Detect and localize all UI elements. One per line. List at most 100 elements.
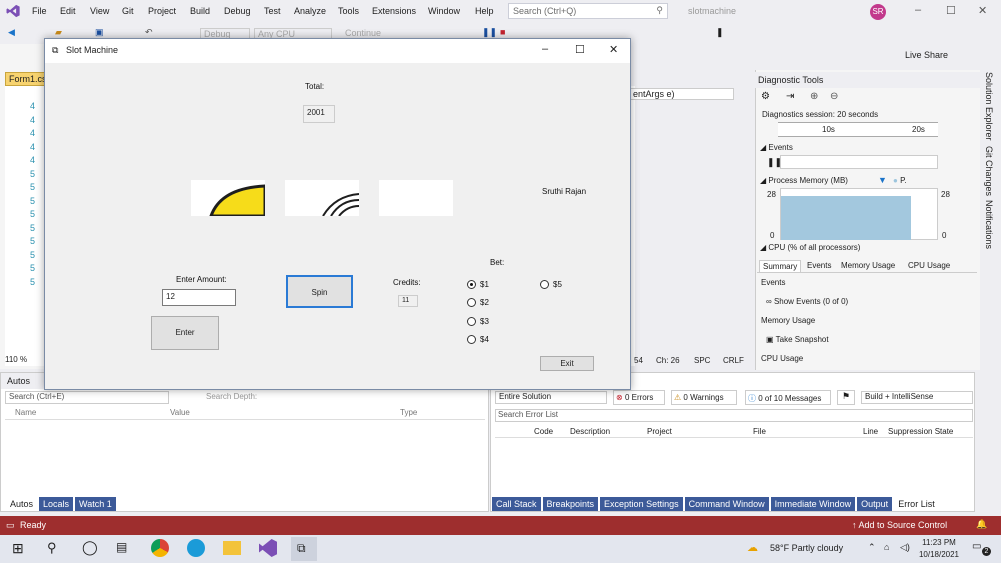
windows-start-icon[interactable]: ⊞ [12, 540, 24, 557]
menu-tools[interactable]: Tools [338, 6, 359, 16]
errors-filter[interactable]: ⊗ 0 Errors [613, 390, 665, 405]
menu-file[interactable]: File [32, 6, 47, 16]
tab-autos[interactable]: Autos [6, 497, 38, 511]
active-app-slot[interactable]: ⧉ [291, 537, 317, 561]
scope-dropdown[interactable]: Entire Solution [495, 391, 607, 404]
take-snapshot-link[interactable]: ▣ Take Snapshot [766, 335, 829, 344]
side-tab-git-changes[interactable]: Git Changes [984, 146, 994, 196]
messages-filter[interactable]: ⓘ 0 of 10 Messages [745, 390, 831, 405]
bet-radio-3[interactable] [467, 317, 476, 326]
file-explorer-icon[interactable] [223, 541, 241, 555]
network-icon[interactable]: ⌂ [884, 542, 889, 552]
visual-studio-icon[interactable] [259, 539, 277, 557]
tab-events[interactable]: Events [807, 261, 831, 270]
menu-help[interactable]: Help [475, 6, 494, 16]
stop-icon[interactable]: ■ [500, 27, 505, 37]
bet-3-label[interactable]: $3 [480, 317, 489, 326]
warnings-filter[interactable]: ⚠ 0 Warnings [671, 390, 737, 405]
task-view-icon[interactable]: ◯ [82, 539, 98, 556]
zoom-in-icon[interactable]: ⊕ [810, 91, 818, 102]
exit-button[interactable]: Exit [540, 356, 594, 371]
continue-button[interactable]: Continue [345, 28, 381, 38]
bet-5-label[interactable]: $5 [553, 280, 562, 289]
tab-immediate-window[interactable]: Immediate Window [770, 497, 856, 511]
minimize-icon[interactable]: – [915, 4, 921, 16]
select-tools-icon[interactable]: ⇥ [786, 91, 794, 102]
live-share-button[interactable]: Live Share [905, 50, 948, 60]
bet-2-label[interactable]: $2 [480, 298, 489, 307]
zoom-level[interactable]: 110 % [5, 355, 27, 364]
undo-icon[interactable]: ↶ [145, 27, 153, 38]
tab-watch[interactable]: Watch 1 [75, 497, 116, 511]
tab-exception-settings[interactable]: Exception Settings [600, 497, 683, 511]
open-folder-icon[interactable]: ▰ [55, 27, 62, 38]
bet-1-label[interactable]: $1 [480, 280, 489, 289]
side-tab-solution-explorer[interactable]: Solution Explorer [984, 72, 994, 141]
chrome-icon[interactable] [151, 539, 169, 557]
menu-build[interactable]: Build [190, 6, 210, 16]
col-type[interactable]: Type [400, 408, 417, 417]
menu-extensions[interactable]: Extensions [372, 6, 416, 16]
menu-test[interactable]: Test [264, 6, 281, 16]
error-search-input[interactable]: Search Error List [495, 409, 973, 422]
bet-radio-2[interactable] [467, 298, 476, 307]
col-description[interactable]: Description [570, 427, 610, 436]
tab-output[interactable]: Output [857, 497, 893, 511]
col-code[interactable]: Code [534, 427, 553, 436]
zoom-out-icon[interactable]: ⊖ [830, 91, 838, 102]
col-project[interactable]: Project [647, 427, 672, 436]
tab-command-window[interactable]: Command Window [684, 497, 769, 511]
maximize-icon[interactable]: ☐ [946, 4, 956, 17]
avatar[interactable]: SR [870, 4, 886, 20]
autos-search-input[interactable]: Search (Ctrl+E) [5, 391, 169, 404]
source-control-button[interactable]: ↑ Add to Source Control [852, 520, 947, 530]
bet-radio-1[interactable] [467, 280, 476, 289]
show-events-link[interactable]: ∞ Show Events (0 of 0) [766, 297, 848, 306]
menu-edit[interactable]: Edit [60, 6, 76, 16]
enter-button[interactable]: Enter [151, 316, 219, 350]
notification-bell-icon[interactable]: 🔔 [976, 519, 987, 530]
tab-summary[interactable]: Summary [759, 260, 802, 272]
tab-cpu-usage[interactable]: CPU Usage [908, 261, 950, 270]
tab-memory-usage[interactable]: Memory Usage [841, 261, 895, 270]
widgets-icon[interactable]: ▤ [116, 540, 127, 554]
method-dropdown[interactable]: entArgs e) [630, 88, 734, 100]
window-close-icon[interactable]: ✕ [609, 43, 618, 56]
close-icon[interactable]: ✕ [978, 4, 987, 17]
window-minimize-icon[interactable]: – [542, 43, 548, 55]
menu-project[interactable]: Project [148, 6, 176, 16]
side-tab-notifications[interactable]: Notifications [984, 200, 994, 249]
bet-4-label[interactable]: $4 [480, 335, 489, 344]
volume-icon[interactable]: ◁) [900, 542, 910, 553]
tab-locals[interactable]: Locals [39, 497, 74, 511]
weather-text[interactable]: 58°F Partly cloudy [770, 543, 843, 553]
col-value[interactable]: Value [170, 408, 190, 417]
menu-view[interactable]: View [90, 6, 109, 16]
settings-gear-icon[interactable]: ⚙ [761, 91, 770, 102]
tab-error-list[interactable]: Error List [894, 497, 939, 511]
col-line[interactable]: Line [863, 427, 878, 436]
col-name[interactable]: Name [15, 408, 36, 417]
filter-icon[interactable]: ⚑ [837, 390, 855, 405]
clock-date[interactable]: 10/18/2021 [915, 550, 963, 559]
save-icon[interactable]: ▣ [95, 27, 104, 38]
timeline-ruler[interactable]: 10s 20s [778, 122, 938, 137]
col-suppression[interactable]: Suppression State [888, 427, 953, 436]
col-file[interactable]: File [753, 427, 766, 436]
bet-radio-4[interactable] [467, 335, 476, 344]
action-center-icon[interactable]: ▭ [972, 541, 981, 552]
menu-git[interactable]: Git [122, 6, 134, 16]
menu-window[interactable]: Window [428, 6, 460, 16]
back-icon[interactable]: ◀ [8, 27, 15, 38]
window-maximize-icon[interactable]: ☐ [575, 43, 585, 56]
edge-icon[interactable] [187, 539, 205, 557]
clock-time[interactable]: 11:23 PM [918, 538, 960, 547]
tab-call-stack[interactable]: Call Stack [492, 497, 541, 511]
amount-input[interactable]: 12 [162, 289, 236, 306]
tray-chevron-icon[interactable]: ⌃ [868, 542, 876, 553]
taskbar-search-icon[interactable]: ⚲ [47, 540, 57, 556]
menu-analyze[interactable]: Analyze [294, 6, 326, 16]
bet-radio-5[interactable] [540, 280, 549, 289]
bookmark-icon[interactable]: ❚ [716, 27, 724, 38]
build-filter-dropdown[interactable]: Build + IntelliSense [861, 391, 973, 404]
